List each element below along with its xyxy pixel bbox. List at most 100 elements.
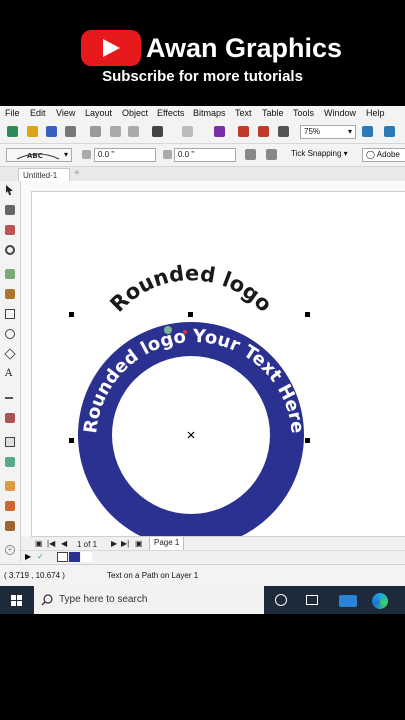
drawing-canvas[interactable]: Rounded logo Rounded logo Your Text Here	[32, 192, 405, 569]
menu-effects[interactable]: Effects	[157, 108, 184, 118]
artistic-media-tool-icon[interactable]	[5, 289, 15, 299]
horizontal-offset-field[interactable]: 0.0 "	[174, 148, 236, 162]
menu-tools[interactable]: Tools	[293, 108, 314, 118]
menu-bar: File Edit View Layout Object Effects Bit…	[0, 106, 405, 121]
app-window: File Edit View Layout Object Effects Bit…	[0, 106, 405, 614]
connector-tool-icon[interactable]	[5, 413, 15, 423]
interactive-fill-tool-icon[interactable]	[5, 501, 15, 511]
new-document-icon[interactable]	[7, 126, 18, 137]
polygon-tool-icon[interactable]	[4, 348, 16, 360]
cut-icon[interactable]	[90, 126, 101, 137]
add-tool-icon[interactable]: +	[5, 545, 15, 555]
page-add-end-icon[interactable]: ▣	[135, 539, 143, 548]
open-icon[interactable]	[27, 126, 38, 137]
export-icon[interactable]	[258, 126, 269, 137]
parallel-dimension-tool-icon[interactable]	[5, 397, 13, 399]
color-swatch-blue[interactable]	[69, 552, 80, 562]
page-add-icon[interactable]: ▣	[35, 539, 43, 548]
transparency-tool-icon[interactable]	[5, 457, 15, 467]
publish-pdf-icon[interactable]	[278, 126, 289, 137]
import-icon[interactable]	[238, 126, 249, 137]
cursor-coordinates: ( 3.719 , 10.674 )	[4, 571, 65, 580]
pick-tool-icon[interactable]	[5, 185, 15, 195]
text-path-node-icon[interactable]	[164, 326, 172, 334]
next-page-icon[interactable]: ▶	[111, 539, 117, 548]
eyedropper-icon[interactable]: ✓	[37, 552, 44, 561]
zoom-tool-icon[interactable]	[5, 245, 15, 255]
menu-file[interactable]: File	[5, 108, 20, 118]
full-screen-preview-icon[interactable]	[362, 126, 373, 137]
vertical-ruler[interactable]	[21, 191, 32, 536]
search-icon	[41, 594, 53, 606]
text-path-anchor-icon[interactable]	[183, 330, 187, 334]
distance-from-path-field[interactable]: 0.0 "	[94, 148, 156, 162]
page-count: 1 of 1	[77, 540, 98, 549]
selection-handle[interactable]	[305, 438, 310, 443]
text-path-preview-icon: ABC	[16, 152, 60, 160]
palette-arrow-icon[interactable]: ▶	[25, 552, 31, 561]
edge-browser-icon[interactable]	[372, 593, 388, 609]
distance-from-path-icon	[82, 150, 91, 159]
add-tab-icon[interactable]: +	[74, 168, 80, 179]
shape-tool-icon[interactable]	[5, 205, 15, 215]
document-tab[interactable]: Untitled-1	[18, 168, 70, 181]
rectangle-tool-icon[interactable]	[5, 309, 15, 319]
undo-icon[interactable]	[152, 126, 163, 137]
windows-start-icon[interactable]	[11, 595, 22, 606]
menu-help[interactable]: Help	[366, 108, 385, 118]
crop-tool-icon[interactable]	[5, 225, 15, 235]
windows-taskbar: Type here to search	[0, 586, 405, 614]
tick-snapping-menu[interactable]: Tick Snapping ▾	[291, 149, 348, 158]
paste-icon[interactable]	[128, 126, 139, 137]
copy-icon[interactable]	[110, 126, 121, 137]
menu-object[interactable]: Object	[122, 108, 148, 118]
redo-icon[interactable]	[182, 126, 193, 137]
cortana-icon[interactable]	[275, 594, 287, 606]
freehand-tool-icon[interactable]	[5, 269, 15, 279]
save-icon[interactable]	[46, 126, 57, 137]
mirror-vertical-icon[interactable]	[266, 149, 277, 160]
print-icon[interactable]	[65, 126, 76, 137]
status-bar: ( 3.719 , 10.674 ) Text on a Path on Lay…	[0, 564, 405, 587]
menu-bitmaps[interactable]: Bitmaps	[193, 108, 226, 118]
color-swatch-white[interactable]	[81, 552, 92, 562]
text-tool-icon[interactable]: A	[5, 369, 15, 379]
task-view-icon[interactable]	[306, 595, 318, 605]
standard-toolbar: 75% ▾	[0, 121, 405, 144]
eyedropper-tool-icon[interactable]	[5, 481, 15, 491]
taskbar-search[interactable]: Type here to search	[34, 586, 264, 614]
menu-window[interactable]: Window	[324, 108, 356, 118]
smart-fill-tool-icon[interactable]	[5, 521, 15, 531]
property-bar: ABC ▾ 0.0 " 0.0 " Tick Snapping ▾ ◯ Adob…	[0, 144, 405, 167]
status-message: Text on a Path on Layer 1	[107, 571, 199, 580]
selection-handle[interactable]	[305, 312, 310, 317]
document-palette: ▶ ✓	[21, 550, 405, 564]
ellipse-tool-icon[interactable]	[5, 329, 15, 339]
menu-layout[interactable]: Layout	[85, 108, 112, 118]
prev-page-icon[interactable]: ◀	[61, 539, 67, 548]
rulers-icon[interactable]	[384, 126, 395, 137]
menu-table[interactable]: Table	[262, 108, 284, 118]
search-placeholder: Type here to search	[59, 594, 148, 605]
menu-edit[interactable]: Edit	[30, 108, 46, 118]
mirror-horizontal-icon[interactable]	[245, 149, 256, 160]
menu-view[interactable]: View	[56, 108, 75, 118]
outer-curved-text[interactable]: Rounded logo	[105, 261, 276, 316]
text-path-preset-select[interactable]: ABC ▾	[6, 148, 72, 162]
horizontal-ruler[interactable]	[21, 181, 405, 192]
corel-connect-icon[interactable]	[214, 126, 225, 137]
youtube-logo-icon	[81, 30, 141, 66]
drop-shadow-tool-icon[interactable]	[5, 437, 15, 447]
menu-text[interactable]: Text	[235, 108, 252, 118]
selection-handle[interactable]	[188, 312, 193, 317]
channel-title: Awan Graphics	[146, 33, 343, 63]
page-navigator: ▣ |◀ ◀ 1 of 1 ▶ ▶| ▣ Page 1	[31, 536, 405, 552]
mail-icon[interactable]	[339, 595, 357, 607]
selection-handle[interactable]	[69, 312, 74, 317]
font-list-select[interactable]: ◯ Adobe	[362, 148, 405, 162]
no-color-swatch[interactable]	[57, 552, 68, 562]
selection-handle[interactable]	[69, 438, 74, 443]
zoom-level-select[interactable]: 75% ▾	[300, 125, 356, 139]
first-page-icon[interactable]: |◀	[47, 539, 55, 548]
last-page-icon[interactable]: ▶|	[121, 539, 129, 548]
